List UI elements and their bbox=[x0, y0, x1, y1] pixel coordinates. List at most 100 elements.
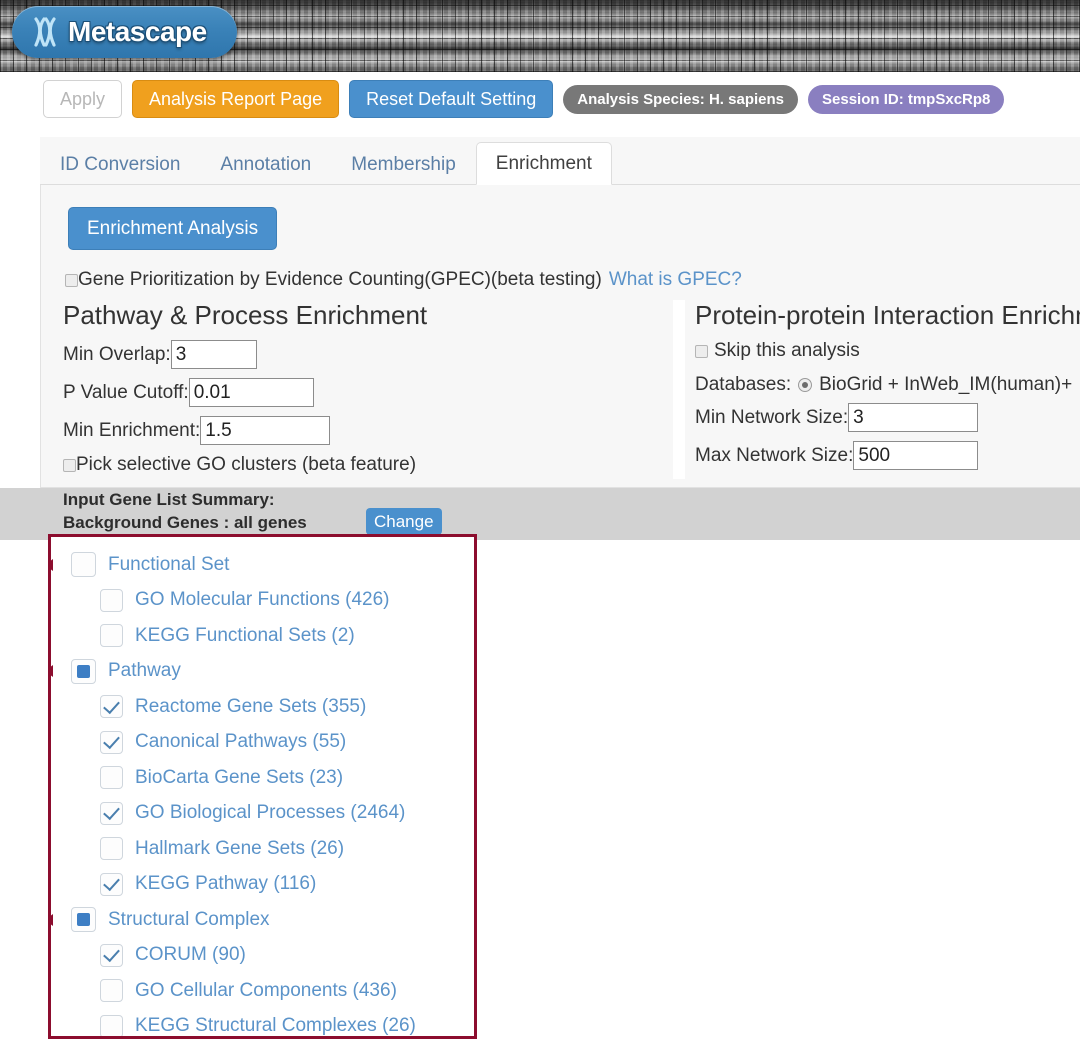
max-network-size-input[interactable] bbox=[853, 441, 979, 470]
skip-analysis-label: Skip this analysis bbox=[714, 340, 860, 361]
change-background-genes-button[interactable]: Change bbox=[366, 508, 442, 535]
skip-analysis-checkbox[interactable] bbox=[695, 344, 708, 358]
min-overlap-label: Min Overlap: bbox=[63, 343, 171, 365]
chevron-collapse-icon[interactable] bbox=[51, 665, 53, 678]
tree-item-label[interactable]: Reactome Gene Sets (355) bbox=[135, 696, 366, 718]
checkbox-go-cellular-components[interactable] bbox=[100, 979, 123, 1003]
tree-item-go-biological-processes[interactable]: GO Biological Processes (2464) bbox=[51, 796, 474, 832]
tree-item-label[interactable]: Hallmark Gene Sets (26) bbox=[135, 838, 344, 860]
checkbox-kegg-structural-complexes[interactable] bbox=[100, 1014, 123, 1036]
checkbox-pathway[interactable] bbox=[71, 658, 96, 684]
tree-item-label[interactable]: GO Cellular Components (436) bbox=[135, 980, 397, 1002]
tree-item-label[interactable]: CORUM (90) bbox=[135, 944, 246, 966]
go-clusters-row: Pick selective GO clusters (beta feature… bbox=[63, 454, 673, 476]
checkbox-functional-set[interactable] bbox=[71, 552, 96, 578]
min-enrichment-row: Min Enrichment: bbox=[63, 416, 673, 445]
tab-membership[interactable]: Membership bbox=[331, 143, 476, 185]
tree-item-kegg-pathway[interactable]: KEGG Pathway (116) bbox=[51, 867, 474, 903]
gene-set-category-tree: Functional Set GO Molecular Functions (4… bbox=[48, 534, 477, 1039]
analysis-report-page-button[interactable]: Analysis Report Page bbox=[132, 80, 340, 118]
gpec-checkbox[interactable] bbox=[65, 273, 78, 287]
checkbox-reactome-gene-sets[interactable] bbox=[100, 695, 123, 719]
what-is-gpec-link[interactable]: What is GPEC? bbox=[609, 269, 742, 291]
tree-group-structural-complex[interactable]: Structural Complex bbox=[51, 902, 474, 938]
tree-item-biocarta-gene-sets[interactable]: BioCarta Gene Sets (23) bbox=[51, 760, 474, 796]
min-overlap-row: Min Overlap: bbox=[63, 340, 673, 369]
tree-group-label[interactable]: Functional Set bbox=[108, 554, 229, 576]
tree-item-label[interactable]: GO Biological Processes (2464) bbox=[135, 802, 405, 824]
metascape-logo[interactable]: Metascape bbox=[12, 6, 237, 58]
gpec-row: Gene Prioritization by Evidence Counting… bbox=[65, 269, 742, 291]
input-gene-list-summary-bar: Input Gene List Summary: Background Gene… bbox=[0, 488, 1080, 540]
databases-value: BioGrid + InWeb_IM(human)+ bbox=[819, 374, 1073, 395]
tree-item-hallmark-gene-sets[interactable]: Hallmark Gene Sets (26) bbox=[51, 831, 474, 867]
tree-group-pathway[interactable]: Pathway bbox=[51, 654, 474, 690]
min-enrichment-label: Min Enrichment: bbox=[63, 419, 201, 441]
checkbox-hallmark-gene-sets[interactable] bbox=[100, 837, 123, 861]
ppi-section-title: Protein-protein Interaction Enrichm bbox=[695, 300, 1080, 330]
min-network-size-input[interactable] bbox=[848, 403, 979, 432]
max-network-size-row: Max Network Size: bbox=[695, 441, 1080, 470]
summary-title: Input Gene List Summary: bbox=[63, 490, 275, 509]
checkbox-go-molecular-functions[interactable] bbox=[100, 588, 123, 612]
apply-button[interactable]: Apply bbox=[43, 80, 123, 118]
pathway-enrichment-section: Pathway & Process Enrichment Min Overlap… bbox=[63, 300, 673, 476]
analysis-species-badge: Analysis Species: H. sapiens bbox=[563, 84, 798, 114]
tab-annotation[interactable]: Annotation bbox=[200, 143, 331, 185]
tree-item-label[interactable]: BioCarta Gene Sets (23) bbox=[135, 767, 343, 789]
session-id-badge: Session ID: tmpSxcRp8 bbox=[808, 84, 1005, 114]
max-network-size-label: Max Network Size: bbox=[695, 444, 854, 466]
background-genes-text: Background Genes : all genes bbox=[63, 513, 307, 532]
checkbox-structural-complex[interactable] bbox=[71, 907, 96, 933]
p-value-cutoff-row: P Value Cutoff: bbox=[63, 378, 673, 407]
checkbox-kegg-functional-sets[interactable] bbox=[100, 624, 123, 648]
min-enrichment-input[interactable] bbox=[200, 416, 331, 445]
checkbox-biocarta-gene-sets[interactable] bbox=[100, 766, 123, 790]
tab-id-conversion[interactable]: ID Conversion bbox=[40, 143, 200, 185]
top-toolbar: Apply Analysis Report Page Reset Default… bbox=[0, 72, 1080, 126]
min-network-size-label: Min Network Size: bbox=[695, 406, 849, 428]
tree-item-corum[interactable]: CORUM (90) bbox=[51, 938, 474, 974]
p-value-cutoff-input[interactable] bbox=[188, 378, 314, 407]
tree-group-label[interactable]: Structural Complex bbox=[108, 909, 270, 931]
tree-group-functional-set[interactable]: Functional Set bbox=[51, 547, 474, 583]
skip-analysis-row: Skip this analysis bbox=[695, 340, 1080, 362]
checkbox-kegg-pathway[interactable] bbox=[100, 872, 123, 896]
tab-enrichment[interactable]: Enrichment bbox=[475, 142, 612, 185]
tab-bar: ID Conversion Annotation Membership Enri… bbox=[40, 137, 1080, 185]
min-overlap-input[interactable] bbox=[170, 340, 257, 369]
chromosome-icon bbox=[22, 10, 66, 54]
chevron-collapse-icon[interactable] bbox=[51, 558, 53, 571]
go-clusters-checkbox[interactable] bbox=[63, 458, 76, 472]
tree-group-label[interactable]: Pathway bbox=[108, 660, 181, 682]
tree-item-kegg-structural-complexes[interactable]: KEGG Structural Complexes (26) bbox=[51, 1009, 474, 1036]
gpec-label: Gene Prioritization by Evidence Counting… bbox=[78, 269, 602, 290]
database-radio-biogrid[interactable] bbox=[798, 378, 813, 392]
checkbox-go-biological-processes[interactable] bbox=[100, 801, 123, 825]
go-clusters-label: Pick selective GO clusters (beta feature… bbox=[76, 454, 417, 475]
pathway-section-title: Pathway & Process Enrichment bbox=[63, 300, 428, 330]
checkbox-corum[interactable] bbox=[100, 943, 123, 967]
databases-row: Databases: BioGrid + InWeb_IM(human)+ bbox=[695, 374, 1080, 396]
tree-item-reactome-gene-sets[interactable]: Reactome Gene Sets (355) bbox=[51, 689, 474, 725]
tree-item-canonical-pathways[interactable]: Canonical Pathways (55) bbox=[51, 725, 474, 761]
reset-default-setting-button[interactable]: Reset Default Setting bbox=[349, 80, 554, 118]
logo-text: Metascape bbox=[68, 16, 207, 47]
tree-item-label[interactable]: KEGG Structural Complexes (26) bbox=[135, 1015, 416, 1036]
enrichment-analysis-button[interactable]: Enrichment Analysis bbox=[68, 207, 278, 250]
tree-item-label[interactable]: KEGG Pathway (116) bbox=[135, 873, 316, 895]
header-banner: Metascape bbox=[0, 0, 1080, 72]
min-network-size-row: Min Network Size: bbox=[695, 403, 1080, 432]
tree-item-label[interactable]: KEGG Functional Sets (2) bbox=[135, 625, 355, 647]
chevron-collapse-icon[interactable] bbox=[51, 913, 53, 926]
tree-item-go-cellular-components[interactable]: GO Cellular Components (436) bbox=[51, 973, 474, 1009]
tree-item-label[interactable]: Canonical Pathways (55) bbox=[135, 731, 346, 753]
tree-item-kegg-functional-sets[interactable]: KEGG Functional Sets (2) bbox=[51, 618, 474, 654]
tree-item-go-molecular-functions[interactable]: GO Molecular Functions (426) bbox=[51, 583, 474, 619]
tree-root: Functional Set GO Molecular Functions (4… bbox=[51, 537, 474, 1036]
databases-label: Databases: bbox=[695, 374, 792, 395]
ppi-enrichment-section: Protein-protein Interaction Enrichm Skip… bbox=[673, 300, 1080, 479]
enrichment-panel: Enrichment Analysis Gene Prioritization … bbox=[40, 185, 1080, 488]
tree-item-label[interactable]: GO Molecular Functions (426) bbox=[135, 589, 390, 611]
checkbox-canonical-pathways[interactable] bbox=[100, 730, 123, 754]
